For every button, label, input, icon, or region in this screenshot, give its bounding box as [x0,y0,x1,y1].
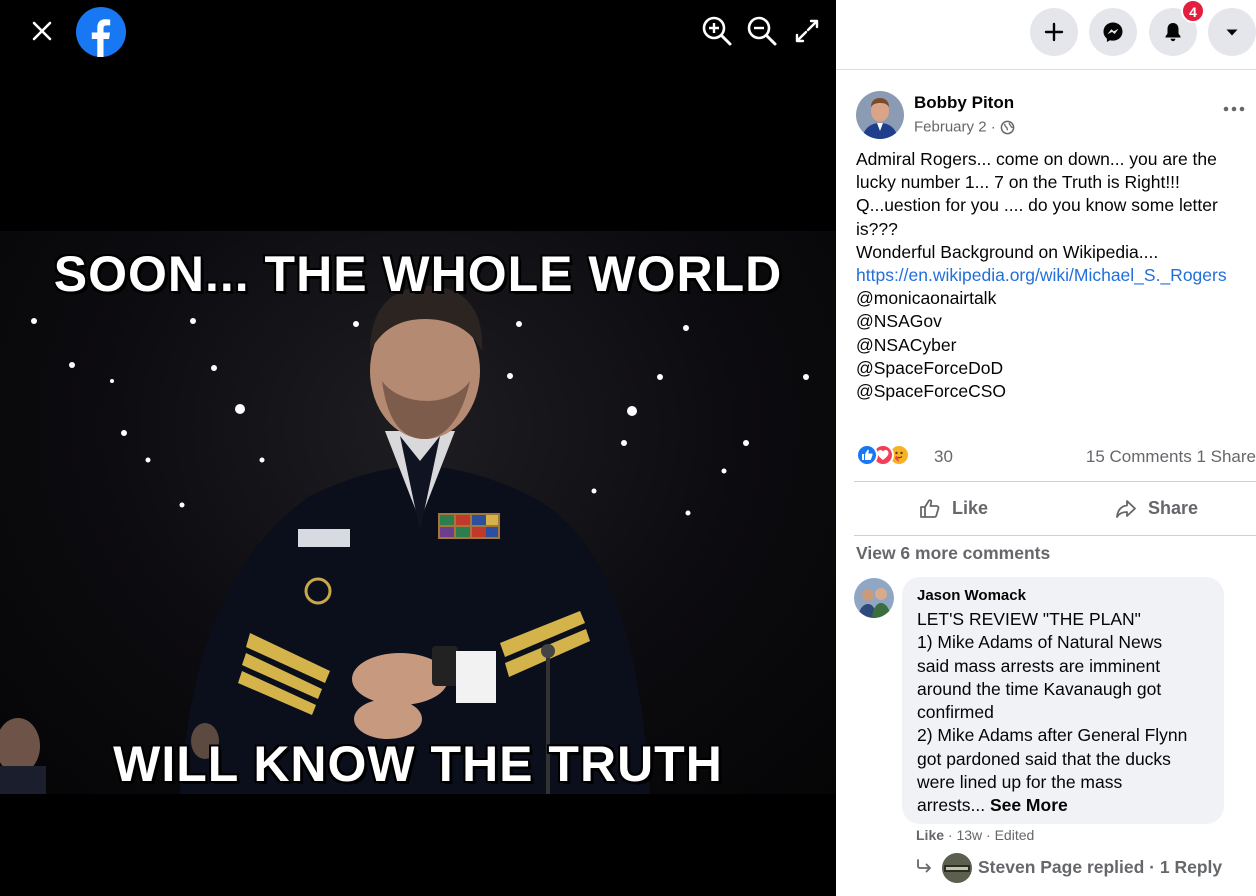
comment-last-line: arrests... See More [917,794,1217,817]
mention-spaceforcecso[interactable]: @SpaceForceCSO [856,380,1254,403]
comment-line: were lined up for the mass [917,772,1123,793]
view-more-comments[interactable]: View 6 more comments [856,543,1050,564]
post-text-line: lucky number 1... 7 on the Truth is Righ… [856,172,1180,193]
comment-meta: · 13w · Edited [944,827,1035,843]
divider [854,481,1256,482]
meme-top-text: SOON... THE WHOLE WORLD [53,246,783,302]
plus-icon [1044,22,1064,42]
comments-count[interactable]: 15 Comments [1086,447,1192,466]
comment-actions: Like · 13w · Edited [916,827,1034,843]
post-date[interactable]: February 2 · [914,119,996,136]
share-button[interactable]: Share [1114,489,1244,527]
meme-bottom-text: WILL KNOW THE TRUTH [113,736,723,792]
wikipedia-link[interactable]: https://en.wikipedia.org/wiki/Michael_S.… [856,264,1254,287]
comment-like-button[interactable]: Like [916,827,944,843]
comment-line: got pardoned said that the ducks [917,748,1171,769]
comment-line: 2) Mike Adams after General Flynn [917,725,1188,746]
zoom-in-icon[interactable] [700,14,734,48]
zoom-out-icon[interactable] [745,14,779,48]
post-photo: SOON... THE WHOLE WORLD WILL KNOW THE TR… [0,231,836,794]
thumbs-up-icon [920,499,940,518]
close-icon[interactable] [26,15,58,47]
admiral-photo-illustration [0,286,809,794]
facebook-logo[interactable] [76,7,126,57]
post-text-line: Admiral Rogers... come on down... you ar… [856,149,1217,169]
engagement-counts: 15 Comments 1 Share [1086,447,1256,467]
post-text-line: Q...uestion for you .... do you know som… [856,195,1218,216]
more-dots-icon [1223,106,1245,112]
account-menu-button[interactable] [1208,8,1256,56]
divider [854,535,1256,536]
comment-line: 1) Mike Adams of Natural News [917,632,1163,653]
mention-nsacyber[interactable]: @NSACyber [856,334,1254,357]
viewer-toolbar [0,0,836,64]
like-button[interactable]: Like [918,489,1038,527]
bell-icon [1165,23,1181,42]
photo-viewer: SOON... THE WHOLE WORLD WILL KNOW THE TR… [0,0,836,896]
share-icon [1116,500,1136,518]
author-avatar[interactable] [856,91,904,139]
caret-down-icon [1226,29,1238,36]
comment-text: LET'S REVIEW "THE PLAN" 1) Mike Adams of… [917,608,1217,818]
share-label: Share [1148,498,1199,518]
post-text: Admiral Rogers... come on down... you ar… [856,148,1254,403]
notification-badge: 4 [1181,0,1205,23]
comment-line: LET'S REVIEW "THE PLAN" [917,609,1141,629]
messenger-icon [1103,22,1123,42]
reaction-count: 30 [934,447,953,466]
commenter-avatar[interactable] [854,578,894,618]
replies-text: Steven Page replied · 1 Reply [978,857,1223,877]
messenger-button[interactable] [1089,8,1137,56]
like-reaction-icon [856,444,878,466]
post-text-line: Wonderful Background on Wikipedia.... [856,241,1159,262]
reply-arrow-icon [917,859,931,873]
post-options-button[interactable] [1220,99,1248,119]
mention-monicaonairtalk[interactable]: @monicaonairtalk [856,287,1254,310]
post-meta: February 2 · [914,118,1015,136]
comment-bubble: Jason Womack LET'S REVIEW "THE PLAN" 1) … [902,577,1224,824]
globe-icon [1000,120,1015,134]
replier-avatar [942,853,972,883]
post-author[interactable]: Bobby Piton [914,93,1014,113]
commenter-name[interactable]: Jason Womack [917,587,1026,604]
comment-line: around the time Kavanaugh got [917,678,1162,699]
mention-spaceforcedod[interactable]: @SpaceForceDoD [856,357,1254,380]
comment-line: arrests... [917,795,990,816]
mention-nsagov[interactable]: @NSAGov [856,310,1254,333]
post-panel: Bobby Piton February 2 · Admiral Rogers.… [836,71,1256,896]
like-label: Like [952,498,989,518]
shares-count[interactable]: 1 Share [1196,447,1256,466]
fullscreen-icon[interactable] [790,14,824,48]
create-button[interactable] [1030,8,1078,56]
post-text-line: is??? [856,218,898,239]
comment-line: confirmed [917,702,994,723]
comment-line: said mass arrests are imminent [917,655,1161,676]
see-more-link[interactable]: See More [990,795,1068,815]
